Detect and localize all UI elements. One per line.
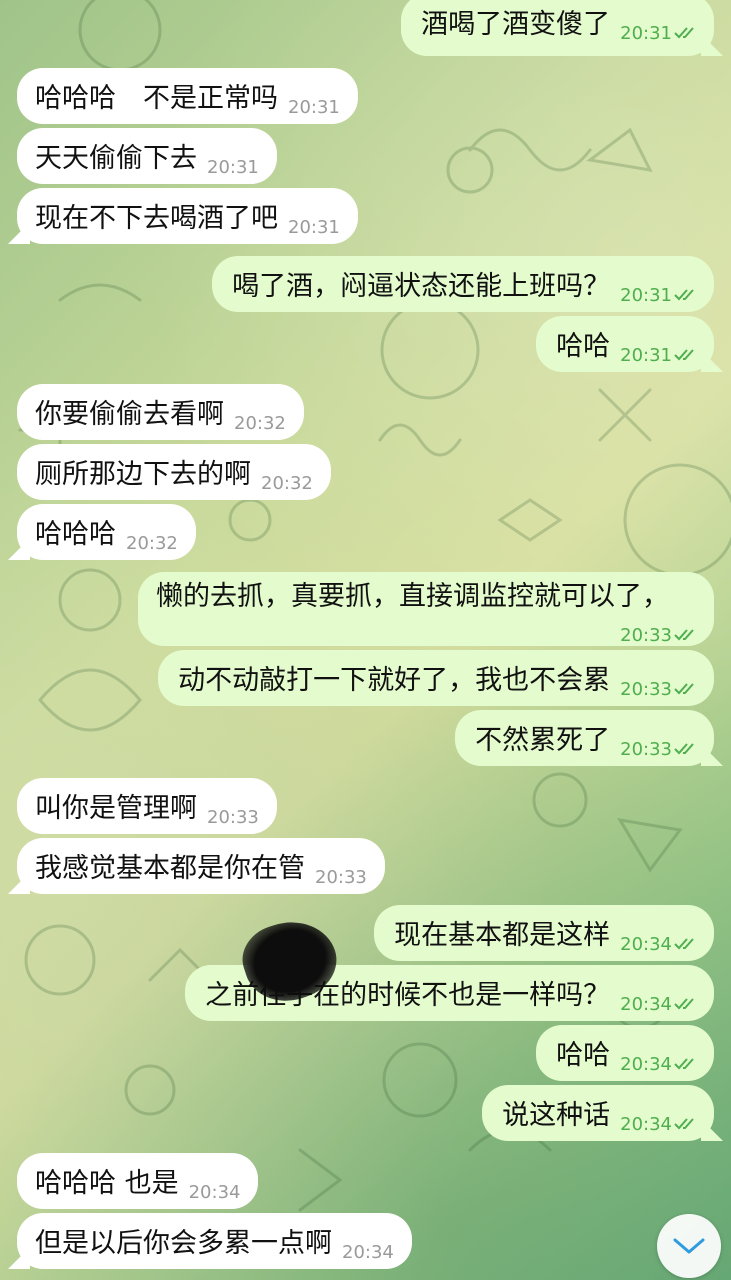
- message-outgoing[interactable]: 哈哈 20:34: [536, 1025, 714, 1081]
- message-text: 哈哈哈 不是正常吗: [35, 83, 278, 114]
- message-outgoing[interactable]: 懒的去抓，真要抓，直接调监控就可以了， 20:33: [138, 572, 714, 646]
- message-incoming[interactable]: 哈哈哈 20:32: [17, 504, 196, 560]
- message-outgoing[interactable]: 酒喝了酒变傻了 20:31: [401, 0, 714, 56]
- message-text: 厕所那边下去的啊: [35, 459, 251, 490]
- double-check-icon: [674, 289, 694, 301]
- message-text: 但是以后你会多累一点啊: [35, 1228, 332, 1259]
- message-time: 20:32: [126, 533, 178, 554]
- message-time: 20:34: [188, 1182, 241, 1203]
- message-text: 哈哈: [556, 1040, 611, 1071]
- message-outgoing[interactable]: 动不动敲打一下就好了，我也不会累 20:33: [158, 650, 714, 706]
- message-time: 20:31: [288, 97, 340, 118]
- message-text: 酒喝了酒变傻了: [421, 9, 611, 40]
- message-time: 20:33: [620, 741, 698, 759]
- message-time: 20:34: [342, 1242, 394, 1263]
- message-incoming[interactable]: 你要偷偷去看啊 20:32: [17, 384, 304, 440]
- message-text: 懒的去抓，真要抓，直接调监控就可以了，: [156, 581, 669, 612]
- double-check-icon: [674, 743, 694, 755]
- message-outgoing[interactable]: 不然累死了 20:33: [455, 710, 714, 766]
- message-text: 不然累死了: [475, 725, 611, 756]
- message-time: 20:33: [620, 681, 698, 699]
- message-incoming[interactable]: 天天偷偷下去 20:31: [17, 128, 277, 184]
- message-text: 叫你是管理啊: [35, 793, 197, 824]
- message-incoming[interactable]: 我感觉基本都是你在管 20:33: [17, 838, 385, 894]
- message-text: 现在不下去喝酒了吧: [35, 203, 278, 234]
- message-time: 20:32: [261, 473, 313, 494]
- message-incoming[interactable]: 哈哈哈 不是正常吗 20:31: [17, 68, 358, 124]
- message-time: 20:31: [620, 287, 698, 305]
- message-incoming[interactable]: 但是以后你会多累一点啊 20:34: [17, 1213, 412, 1269]
- message-time: 20:31: [620, 25, 698, 43]
- message-time: 20:31: [620, 347, 698, 365]
- message-outgoing[interactable]: 说这种话 20:34: [482, 1085, 714, 1141]
- message-text: 你要偷偷去看啊: [35, 399, 224, 430]
- double-check-icon: [674, 938, 694, 950]
- double-check-icon: [674, 1118, 694, 1130]
- message-outgoing[interactable]: 哈哈 20:31: [536, 316, 714, 372]
- scroll-to-bottom-button[interactable]: [657, 1214, 721, 1278]
- message-list[interactable]: 酒喝了酒变傻了 20:31 哈哈哈 不是正常吗 20:31 天天偷偷下去 20:31 …: [0, 0, 731, 1280]
- message-time: 20:34: [620, 1056, 698, 1074]
- message-text: 天天偷偷下去: [35, 143, 197, 174]
- message-time: 20:32: [234, 413, 286, 434]
- message-text: 哈哈: [556, 331, 611, 362]
- message-incoming[interactable]: 叫你是管理啊 20:33: [17, 778, 277, 834]
- message-time: 20:33: [207, 807, 259, 828]
- message-text: 哈哈哈: [35, 519, 116, 550]
- message-time: 20:31: [207, 157, 259, 178]
- message-outgoing[interactable]: 喝了酒，闷逼状态还能上班吗？ 20:31: [212, 256, 714, 312]
- message-time: 20:34: [620, 996, 698, 1014]
- message-incoming[interactable]: 厕所那边下去的啊 20:32: [17, 444, 331, 500]
- message-incoming[interactable]: 现在不下去喝酒了吧 20:31: [17, 188, 358, 244]
- double-check-icon: [674, 349, 694, 361]
- double-check-icon: [674, 27, 694, 39]
- double-check-icon: [674, 1058, 694, 1070]
- message-text: 哈哈哈 也是: [35, 1168, 179, 1199]
- message-outgoing[interactable]: 现在基本都是这样 20:34: [374, 905, 714, 961]
- message-time: 20:33: [620, 627, 698, 645]
- double-check-icon: [674, 683, 694, 695]
- message-text: 现在基本都是这样: [394, 920, 611, 951]
- message-time: 20:34: [620, 1116, 698, 1134]
- message-text: 说这种话: [502, 1100, 611, 1131]
- chevron-down-icon: [673, 1238, 705, 1254]
- message-text: 喝了酒，闷逼状态还能上班吗？: [232, 271, 611, 302]
- message-time: 20:33: [315, 867, 367, 888]
- message-text: 动不动敲打一下就好了，我也不会累: [178, 665, 611, 696]
- message-incoming[interactable]: 哈哈哈 也是 20:34: [17, 1153, 259, 1209]
- double-check-icon: [674, 998, 694, 1010]
- message-text: 我感觉基本都是你在管: [35, 853, 305, 884]
- message-time: 20:31: [288, 217, 340, 238]
- message-time: 20:34: [620, 936, 698, 954]
- double-check-icon: [674, 629, 694, 641]
